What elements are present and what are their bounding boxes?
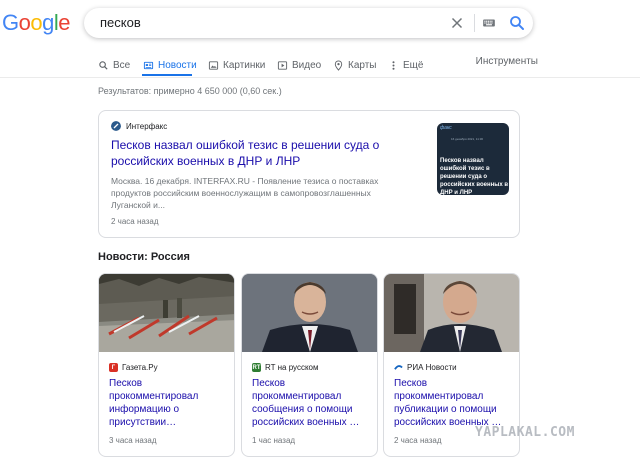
search-tabs: Все Новости Картинки Видео Карты Ещё Инс… xyxy=(98,56,538,76)
video-icon xyxy=(277,60,288,70)
tab-label: Видео xyxy=(292,59,322,71)
tab-label: Новости xyxy=(158,59,197,71)
source-row: Интерфакс xyxy=(111,121,167,131)
news-card[interactable]: Г Газета.Ру Песков прокомментировал инфо… xyxy=(98,273,235,457)
source-name: РИА Новости xyxy=(407,363,457,372)
tab-more[interactable]: Ещё xyxy=(388,56,423,74)
news-icon xyxy=(143,61,154,69)
keyboard-icon[interactable] xyxy=(482,16,496,30)
clear-icon[interactable] xyxy=(448,14,466,32)
image-icon xyxy=(208,60,219,70)
tab-label: Карты xyxy=(348,59,377,71)
logo-letter: e xyxy=(58,10,71,35)
news-photo xyxy=(384,274,519,352)
logo-letter: g xyxy=(42,10,54,35)
more-vert-icon xyxy=(392,60,395,70)
top-story-card[interactable]: Интерфакс Песков назвал ошибкой тезис в … xyxy=(98,110,520,238)
google-logo[interactable]: Google xyxy=(2,10,71,36)
news-photo xyxy=(242,274,377,352)
logo-letter: G xyxy=(2,10,19,35)
search-icon[interactable] xyxy=(508,14,526,32)
news-title[interactable]: Песков прокомментировал публикации о пом… xyxy=(394,377,514,429)
search-icon xyxy=(99,60,108,70)
source-name: Газета.Ру xyxy=(122,363,158,372)
tab-images[interactable]: Картинки xyxy=(208,56,265,74)
tab-news[interactable]: Новости xyxy=(143,56,197,74)
search-box[interactable]: песков xyxy=(84,8,533,38)
watermark: YAPLAKAL.COM xyxy=(475,425,575,440)
result-stats: Результатов: примерно 4 650 000 (0,60 се… xyxy=(98,86,282,96)
source-name: RT на русском xyxy=(265,363,319,372)
top-story-time: 2 часа назад xyxy=(111,217,159,226)
logo-letter: o xyxy=(30,10,43,35)
news-card[interactable]: RT RT на русском Песков прокомментировал… xyxy=(241,273,378,457)
thumbnail-caption: Песков назвал ошибкой тезис в решении су… xyxy=(440,158,509,195)
top-story-title[interactable]: Песков назвал ошибкой тезис в решении су… xyxy=(111,137,383,169)
news-title[interactable]: Песков прокомментировал информацию о при… xyxy=(109,377,229,429)
news-source: RT RT на русском xyxy=(252,363,319,372)
search-input[interactable]: песков xyxy=(100,15,141,30)
news-title[interactable]: Песков прокомментировал сообщения о помо… xyxy=(252,377,372,429)
tab-maps[interactable]: Карты xyxy=(333,56,377,74)
news-time: 1 час назад xyxy=(252,436,296,445)
tab-label: Ещё xyxy=(403,59,424,71)
map-pin-icon xyxy=(334,59,343,71)
news-time: 2 часа назад xyxy=(394,436,442,445)
news-source: РИА Новости xyxy=(394,363,457,372)
tools-button[interactable]: Инструменты xyxy=(476,56,538,67)
tab-video[interactable]: Видео xyxy=(277,56,321,74)
interfax-favicon-icon xyxy=(111,121,121,131)
section-title: Новости: Россия xyxy=(98,251,190,263)
gazeta-favicon-icon: Г xyxy=(109,363,118,372)
tab-label: Все xyxy=(113,59,131,71)
news-photo xyxy=(99,274,234,352)
thumbnail-logo: факс xyxy=(440,125,452,131)
news-time: 3 часа назад xyxy=(109,436,157,445)
logo-letter: o xyxy=(18,10,31,35)
search-divider xyxy=(474,14,475,32)
tab-all[interactable]: Все xyxy=(98,56,130,74)
thumbnail-date: 16 декабря 2021, 11:30 xyxy=(451,137,484,141)
ria-favicon-icon xyxy=(394,363,403,372)
top-story-thumbnail[interactable]: факс 16 декабря 2021, 11:30 Песков назва… xyxy=(437,123,509,195)
news-source: Г Газета.Ру xyxy=(109,363,158,372)
tabs-divider xyxy=(0,77,640,78)
active-tab-indicator xyxy=(142,74,192,76)
rt-favicon-icon: RT xyxy=(252,363,261,372)
tab-label: Картинки xyxy=(223,59,266,71)
top-story-snippet: Москва. 16 декабря. INTERFAX.RU - Появле… xyxy=(111,176,379,210)
source-name: Интерфакс xyxy=(126,121,168,131)
